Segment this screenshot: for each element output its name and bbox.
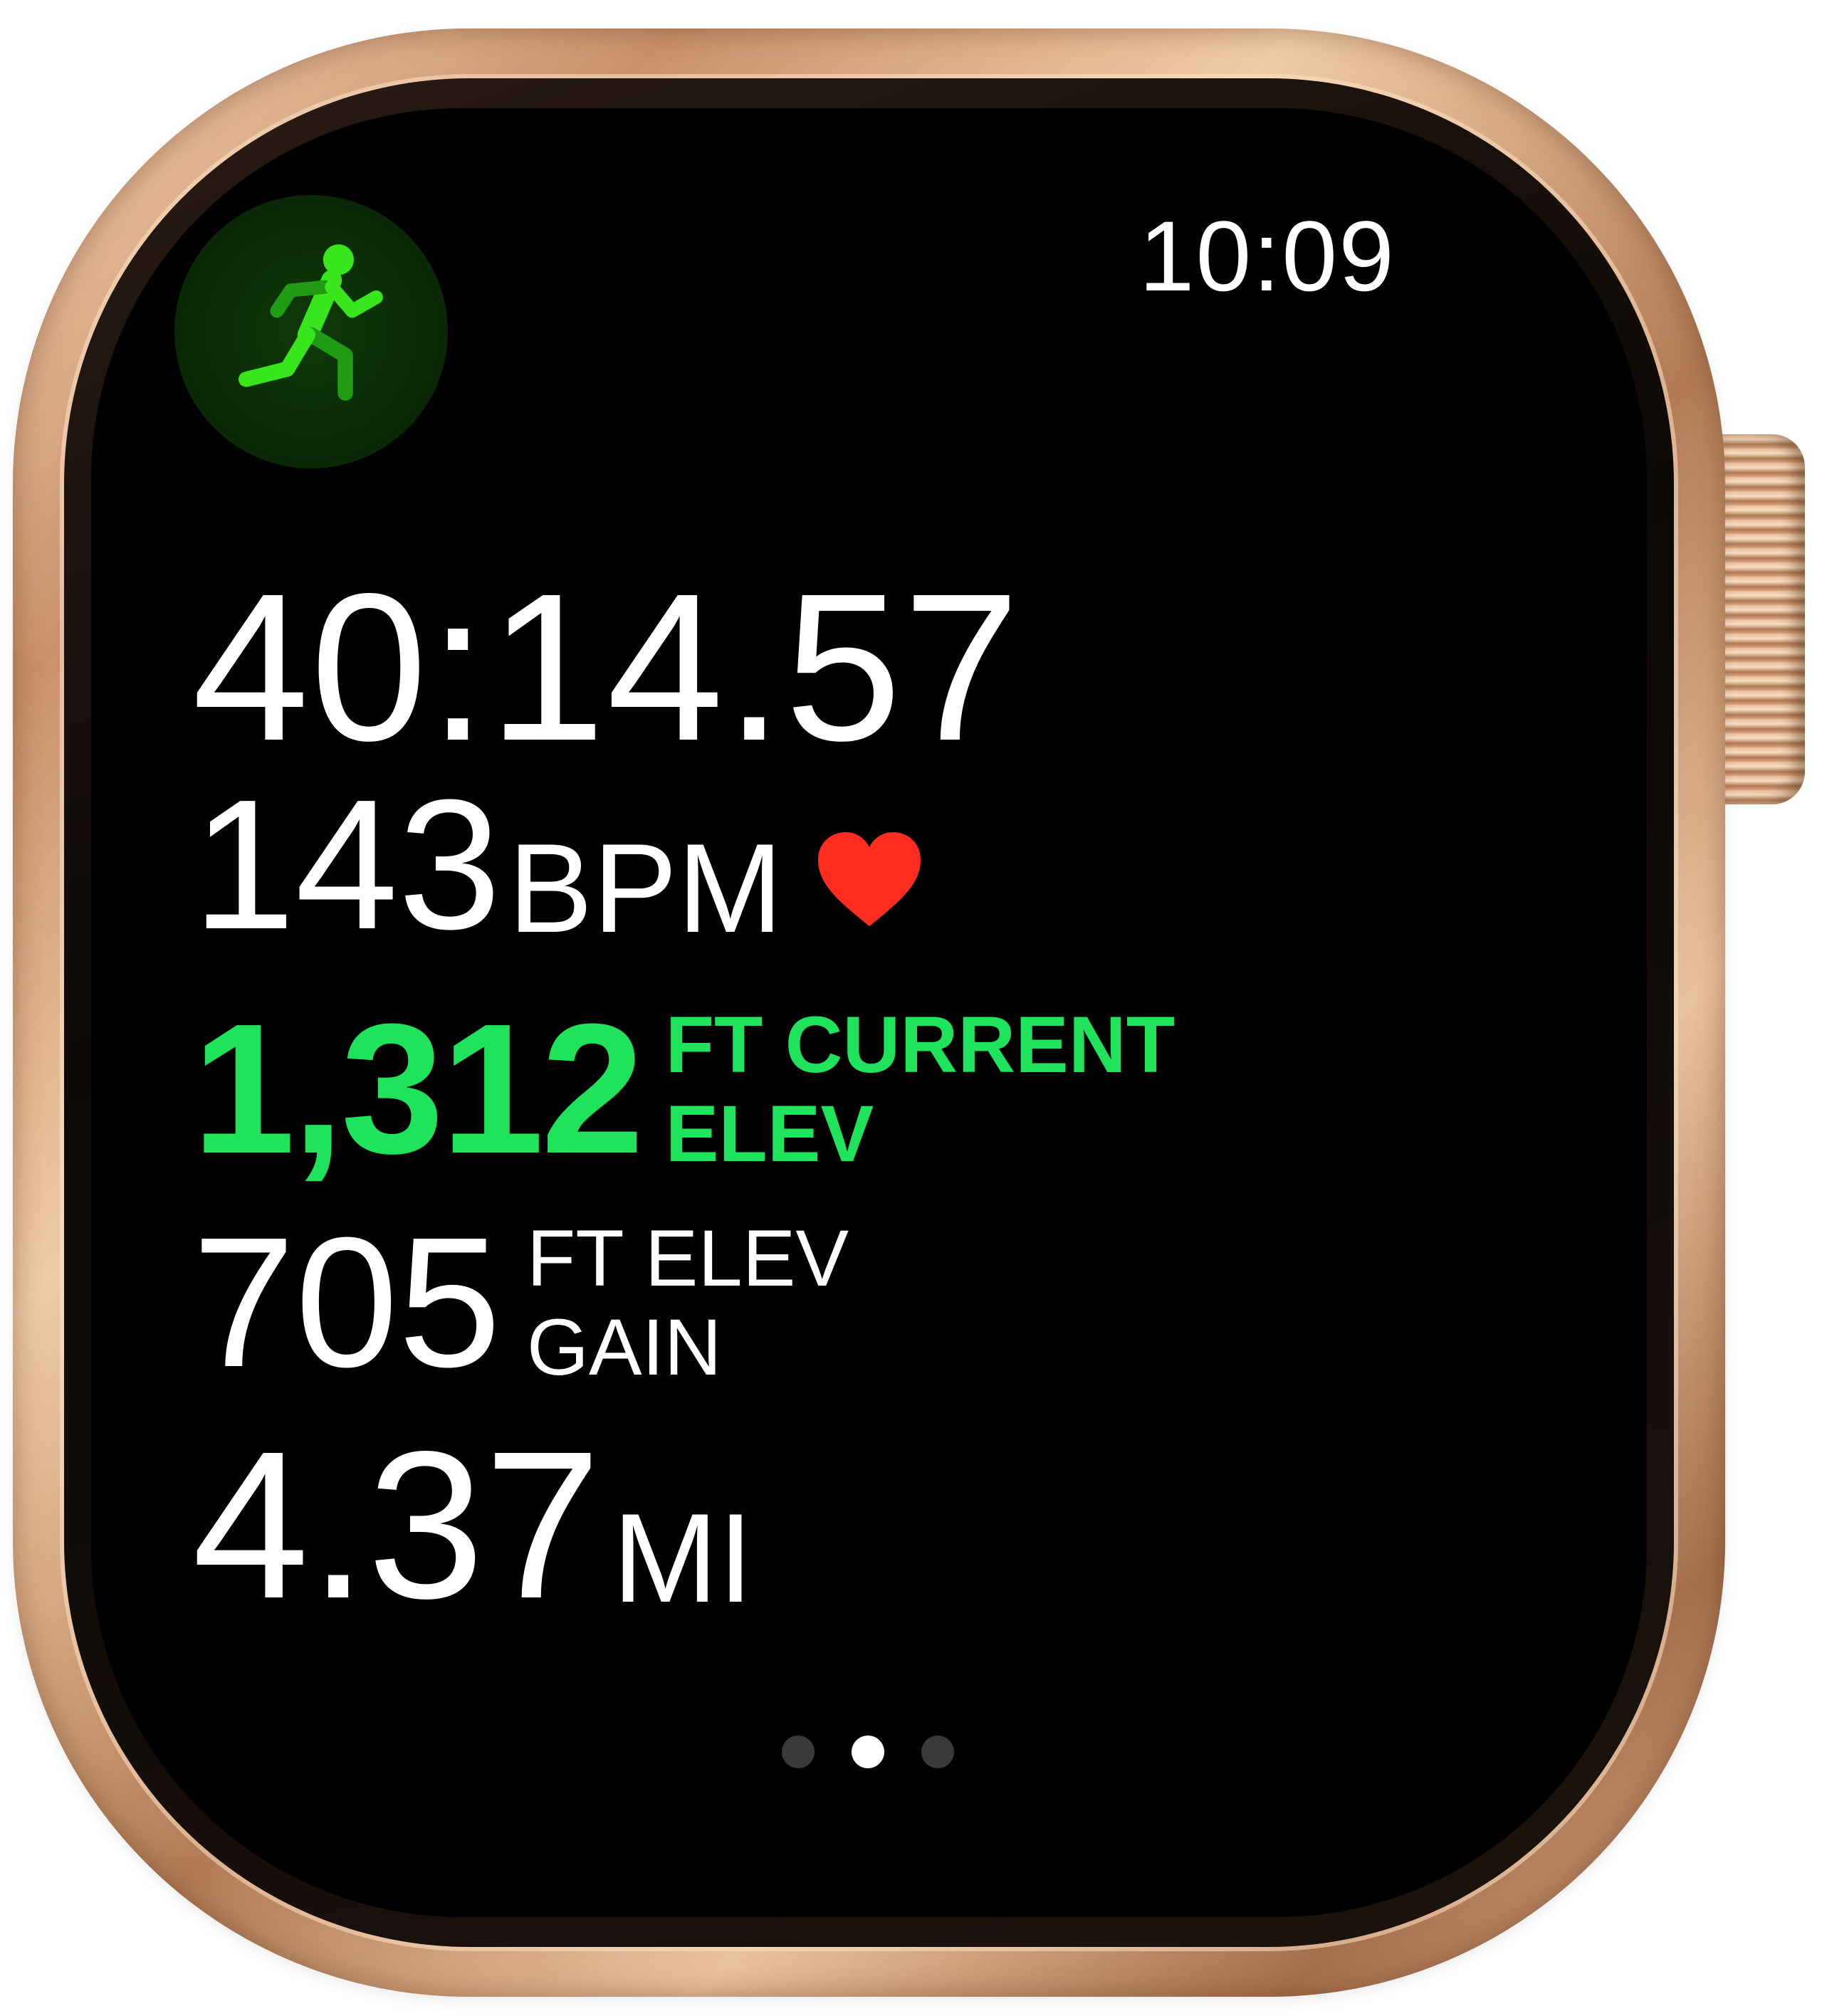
distance-unit: MI [612, 1487, 753, 1629]
outdoor-run-icon [239, 244, 383, 401]
page-dot-2[interactable] [852, 1736, 884, 1768]
page-indicator[interactable] [782, 1736, 954, 1768]
elevation-gain-unit: FT ELEV GAIN [527, 1214, 849, 1392]
current-elevation-unit-line2: ELEV [665, 1089, 874, 1178]
metric-current-elevation: 1,312 FT CURRENT ELEV [192, 997, 1175, 1182]
page-dot-3[interactable] [921, 1736, 954, 1768]
watch-device: 10:09 40:14.57 143 BPM 1,312 FT CURRENT … [0, 0, 1822, 2016]
metric-elevation-gain: 705 FT ELEV GAIN [192, 1210, 849, 1395]
metric-heart-rate: 143 BPM [192, 772, 923, 957]
metric-duration: 40:14.57 [192, 550, 1022, 784]
heart-icon [817, 832, 921, 926]
heart-rate-unit: BPM [508, 817, 783, 959]
current-elevation-value: 1,312 [192, 986, 644, 1192]
current-elevation-unit: FT CURRENT ELEV [666, 1000, 1175, 1179]
workout-type-button[interactable] [174, 195, 448, 468]
elevation-gain-unit-line1: FT ELEV [526, 1213, 849, 1303]
elevation-gain-unit-line2: GAIN [526, 1303, 722, 1392]
status-time: 10:09 [1138, 200, 1396, 312]
heart-rate-value: 143 [192, 762, 501, 968]
page-dot-1[interactable] [782, 1736, 815, 1768]
current-elevation-unit-line1: FT CURRENT [665, 999, 1176, 1089]
distance-value: 4.37 [192, 1407, 602, 1642]
metric-distance: 4.37 MI [192, 1420, 753, 1630]
elevation-gain-value: 705 [192, 1199, 501, 1406]
